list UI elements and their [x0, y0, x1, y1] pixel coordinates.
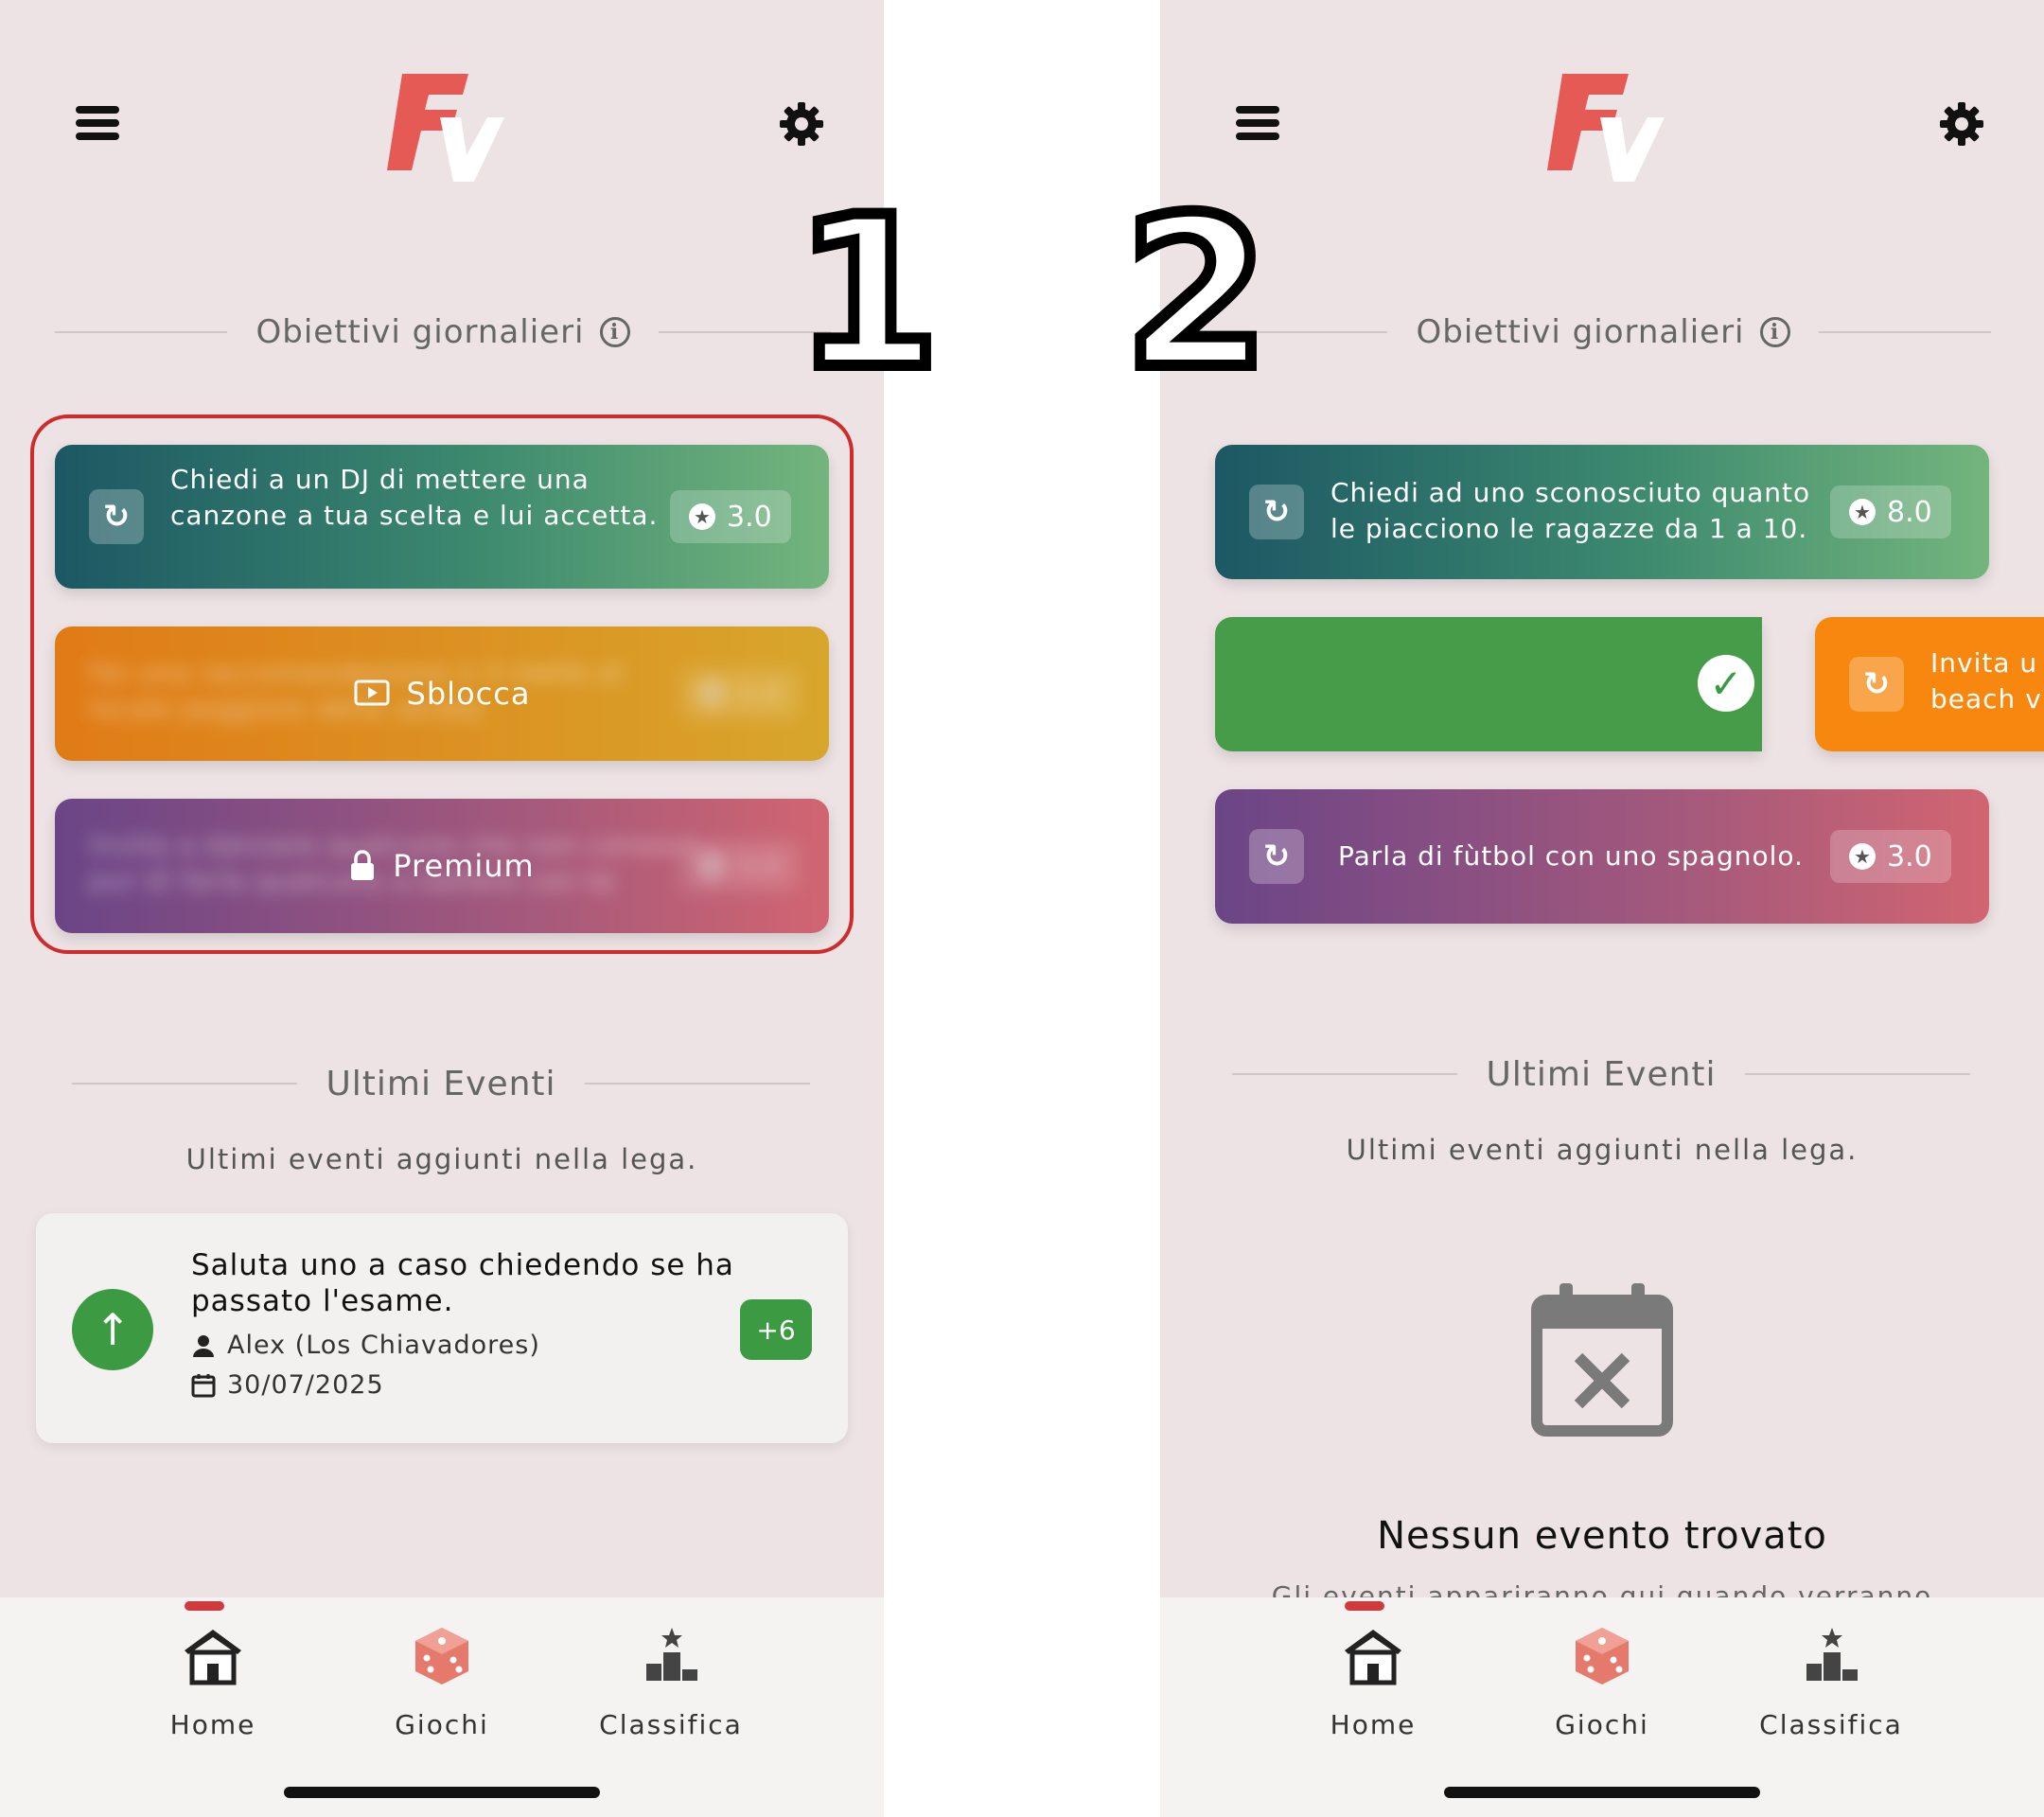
check-icon: ✓: [1698, 655, 1754, 712]
daily-goals-title: Obiettivi giornalieri: [1416, 313, 1745, 351]
unlock-label: Sblocca: [406, 676, 531, 712]
events-subtitle: Ultimi eventi aggiunti nella lega.: [185, 1143, 698, 1175]
home-icon: [1345, 1630, 1401, 1685]
step-number-2: 2: [1119, 172, 1275, 415]
premium-label: Premium: [393, 848, 535, 884]
points-badge: ★ 3.0: [1830, 830, 1951, 883]
events-header: Ultimi Eventi: [1232, 1050, 1970, 1098]
active-indicator: [1345, 1601, 1384, 1611]
events-subtitle: Ultimi eventi aggiunti nella lega.: [1346, 1134, 1859, 1166]
locked-goal-card-ad[interactable]: Fai una raccomandazione o 3 stelle al lo…: [55, 626, 829, 761]
menu-button[interactable]: [76, 106, 119, 140]
calendar-x-icon: [1531, 1283, 1673, 1437]
bottom-nav: Home Giochi Classifica: [1160, 1597, 2044, 1817]
premium-button[interactable]: Premium: [55, 799, 829, 933]
info-icon[interactable]: i: [599, 317, 630, 347]
arrow-up-icon: ↑: [72, 1289, 153, 1370]
step-number-1: 1: [789, 172, 945, 415]
unlock-button[interactable]: Sblocca: [55, 626, 829, 761]
star-icon: ★: [1849, 843, 1876, 870]
events-header: Ultimi Eventi: [72, 1060, 810, 1107]
star-icon: ★: [1849, 499, 1876, 525]
event-user: Alex (Los Chiavadores): [191, 1331, 540, 1360]
person-icon: [193, 1334, 214, 1357]
dice-icon: [1576, 1628, 1629, 1685]
points-badge: ★ 3.0: [670, 490, 791, 543]
refresh-icon[interactable]: ↻: [1849, 657, 1904, 712]
info-icon[interactable]: i: [1759, 317, 1790, 347]
empty-state-title: Nessun evento trovato: [1377, 1514, 1827, 1558]
goal-card[interactable]: ↻ Chiedi ad uno sconosciuto quanto le pi…: [1215, 445, 1989, 579]
home-indicator-bar: [284, 1787, 600, 1798]
event-date: 30/07/2025: [191, 1370, 384, 1400]
goal-text-partial: Invita u beach v: [1930, 647, 2042, 714]
phone-screen-2: Obiettivi giornalieri i ↻ Chiedi ad uno s…: [1160, 0, 2044, 1817]
events-title: Ultimi Eventi: [326, 1064, 556, 1103]
daily-goals-header: Obiettivi giornalieri i: [55, 309, 831, 356]
star-icon: ★: [689, 503, 715, 530]
dice-icon: [415, 1628, 468, 1685]
app-logo: [1547, 74, 1665, 182]
event-card[interactable]: ↑ Saluta uno a caso chiedendo se ha pass…: [36, 1213, 848, 1443]
event-title: Saluta uno a caso chiedendo se ha passat…: [191, 1248, 734, 1318]
completed-goal-card[interactable]: ✓: [1215, 617, 1762, 751]
refresh-icon[interactable]: ↻: [1249, 485, 1304, 539]
goal-card[interactable]: ↻ Chiedi a un DJ di mettere una canzone …: [55, 445, 829, 589]
menu-button[interactable]: [1236, 106, 1279, 140]
calendar-icon: [191, 1373, 216, 1397]
podium-icon: [646, 1628, 697, 1681]
refresh-icon[interactable]: ↻: [1249, 829, 1304, 884]
play-ad-icon: [354, 679, 390, 706]
app-logo: [387, 74, 504, 182]
refresh-icon[interactable]: ↻: [89, 489, 144, 544]
goal-text: Chiedi a un DJ di mettere una canzone a …: [170, 464, 659, 531]
locked-goal-card-premium[interactable]: Invita a danzare qualcuno che non conosc…: [55, 799, 829, 933]
gear-icon[interactable]: [1938, 100, 1985, 148]
daily-goals-header: Obiettivi giornalieri i: [1215, 309, 1991, 356]
goal-text: Parla di fùtbol con uno spagnolo.: [1338, 840, 1804, 872]
home-indicator-bar: [1444, 1787, 1760, 1798]
podium-icon: [1806, 1628, 1858, 1681]
points-badge: ★ 8.0: [1830, 485, 1951, 538]
active-indicator: [185, 1601, 224, 1611]
events-title: Ultimi Eventi: [1486, 1054, 1717, 1094]
daily-goals-title: Obiettivi giornalieri: [256, 313, 585, 351]
goal-card[interactable]: ↻ Parla di fùtbol con uno spagnolo. ★ 3.0: [1215, 789, 1989, 924]
bottom-nav: Home Giochi Classifica: [0, 1597, 884, 1817]
goal-text: Chiedi ad uno sconosciuto quanto le piac…: [1330, 477, 1811, 544]
swiping-goal-card[interactable]: ↻ Invita u beach v: [1815, 617, 2044, 751]
home-icon: [185, 1630, 241, 1685]
phone-screen-1: Obiettivi giornalieri i ↻ Chiedi a un DJ …: [0, 0, 884, 1817]
lock-icon: [351, 850, 375, 880]
points-change-badge: +6: [740, 1299, 812, 1360]
gear-icon[interactable]: [778, 100, 825, 148]
